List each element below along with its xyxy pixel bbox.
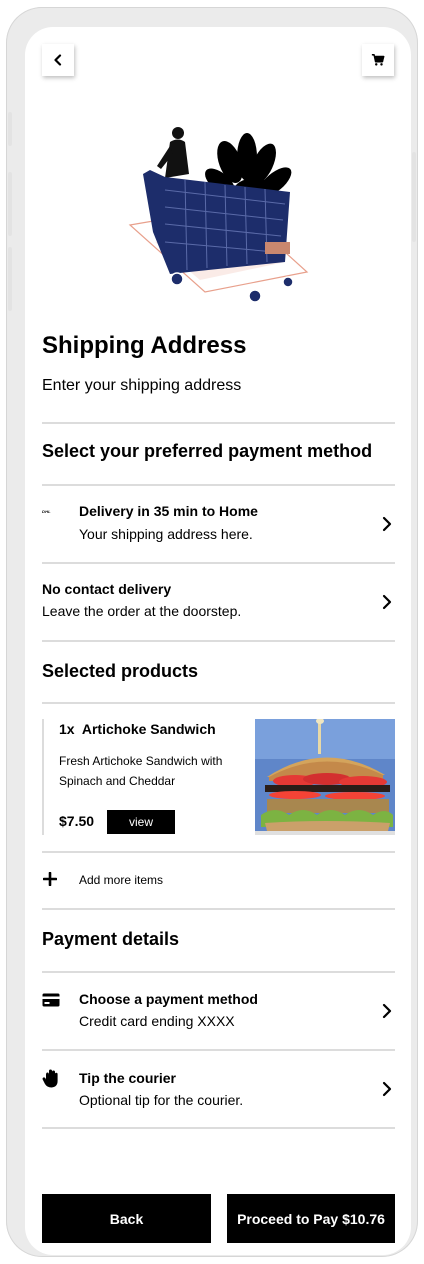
product-accent-bar (42, 719, 44, 835)
tip-courier-row[interactable]: Tip the courier Optional tip for the cou… (42, 1067, 395, 1113)
side-button (8, 112, 12, 146)
back-top-button[interactable] (42, 44, 74, 76)
divider (42, 562, 395, 564)
chevron-right-icon (382, 516, 392, 532)
plus-icon (43, 872, 57, 886)
add-more-label: Add more items (79, 873, 164, 887)
product-name: Artichoke Sandwich (81, 721, 216, 737)
chevron-left-icon (54, 54, 62, 66)
cart-icon (371, 54, 385, 66)
delivery-title: Delivery in 35 min to Home (79, 503, 258, 519)
side-button (8, 172, 12, 236)
view-product-button[interactable]: view (107, 810, 175, 834)
add-more-items-button[interactable]: Add more items (42, 863, 395, 895)
chevron-right-icon (382, 1003, 392, 1019)
dhl-logo-icon: DHL (42, 509, 51, 514)
payment-method-row[interactable]: Choose a payment method Credit card endi… (42, 987, 395, 1033)
product-quantity: 1x (59, 721, 75, 737)
proceed-to-pay-button[interactable]: Proceed to Pay $10.76 (227, 1194, 395, 1243)
page-title: Shipping Address (42, 332, 247, 359)
credit-card-icon (42, 993, 60, 1007)
payment-details-heading: Payment details (42, 929, 180, 949)
divider (42, 422, 395, 424)
no-contact-title: No contact delivery (42, 581, 172, 597)
divider (42, 851, 395, 853)
products-heading: Selected products (42, 661, 199, 681)
delivery-option-row[interactable]: DHL Delivery in 35 min to Home Your ship… (42, 499, 395, 547)
divider (42, 1127, 395, 1129)
product-card: 1x Artichoke Sandwich Fresh Artichoke Sa… (42, 719, 395, 839)
payment-method-subtitle: Credit card ending XXXX (79, 1013, 235, 1029)
product-description: Fresh Artichoke Sandwich with Spinach an… (59, 754, 223, 788)
hand-icon (42, 1069, 58, 1088)
tip-title: Tip the courier (79, 1070, 176, 1086)
payment-method-title: Choose a payment method (79, 991, 258, 1007)
shopping-cart-illustration (128, 127, 309, 302)
product-image (255, 719, 395, 835)
divider (42, 908, 395, 910)
divider (42, 971, 395, 973)
divider (42, 640, 395, 642)
app-screen: Shipping Address Enter your shipping add… (25, 27, 411, 1255)
divider (42, 1049, 395, 1051)
tip-subtitle: Optional tip for the courier. (79, 1092, 244, 1108)
no-contact-subtitle: Leave the order at the doorstep. (42, 603, 242, 619)
cart-button[interactable] (362, 44, 394, 76)
side-button (8, 247, 12, 311)
chevron-right-icon (382, 594, 392, 610)
shipping-subtitle: Enter your shipping address (42, 377, 242, 394)
side-button (412, 152, 416, 242)
delivery-subtitle: Your shipping address here. (79, 526, 253, 542)
no-contact-row[interactable]: No contact delivery Leave the order at t… (42, 579, 395, 623)
chevron-right-icon (382, 1081, 392, 1097)
back-button[interactable]: Back (42, 1194, 211, 1243)
product-price: $7.50 (59, 813, 95, 829)
divider (42, 484, 395, 486)
phone-frame: Shipping Address Enter your shipping add… (6, 7, 418, 1257)
product-title: 1x Artichoke Sandwich (59, 721, 216, 737)
payment-method-heading: Select your preferred payment method (42, 441, 373, 461)
divider (42, 702, 395, 704)
